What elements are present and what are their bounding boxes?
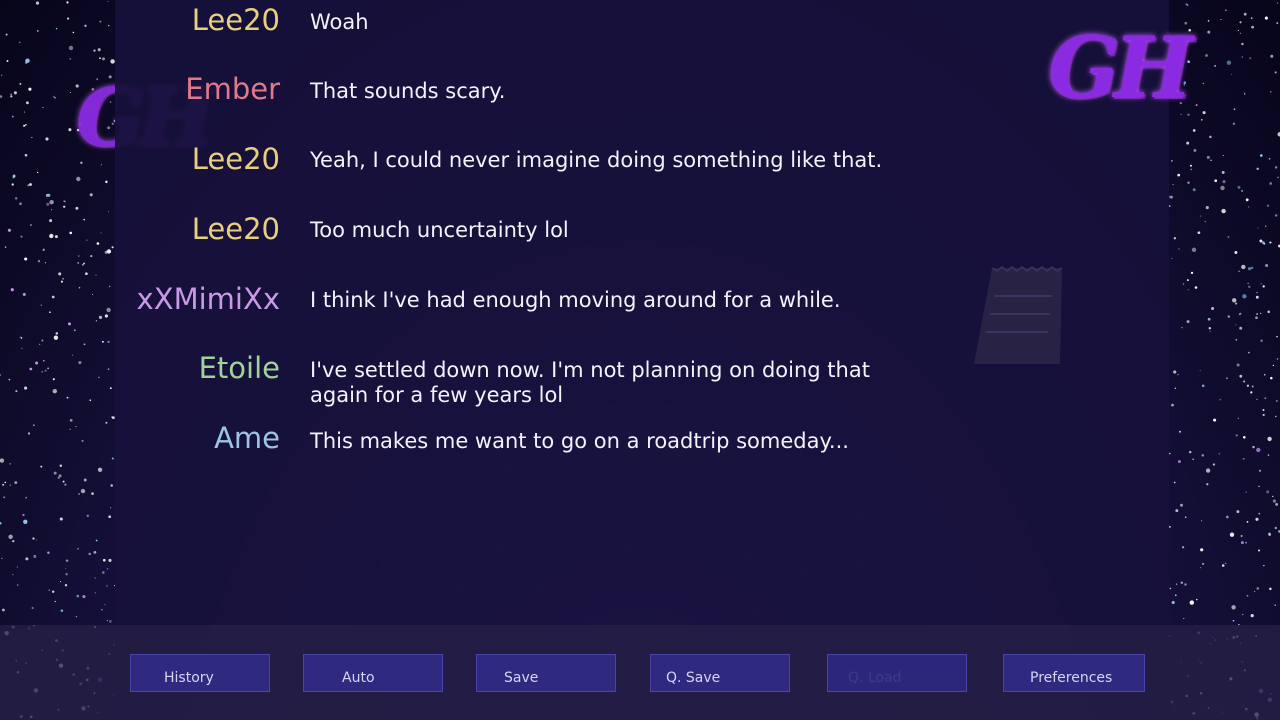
speaker-name: Ember	[185, 72, 280, 106]
message-text: Woah	[310, 10, 369, 34]
message-text: I think I've had enough moving around fo…	[310, 288, 841, 312]
speaker-name: Etoile	[198, 351, 280, 385]
message-text: Yeah, I could never imagine doing someth…	[310, 148, 883, 172]
speaker-name: Lee20	[191, 142, 280, 176]
speaker-name: Lee20	[191, 3, 280, 37]
chat-log: Lee20 Woah Ember That sounds scary. Lee2…	[0, 0, 1280, 620]
speaker-name: Ame	[214, 421, 280, 455]
star	[106, 619, 108, 622]
message-text: I've settled down now. I'm not planning …	[310, 358, 870, 407]
message-text: This makes me want to go on a roadtrip s…	[310, 429, 849, 453]
game-screen: GH GH Lee20 Woah Ember That sounds scary…	[0, 0, 1280, 720]
quick-load-button: Q. Load	[827, 654, 967, 692]
preferences-button[interactable]: Preferences	[1003, 654, 1145, 692]
quick-save-button[interactable]: Q. Save	[650, 654, 790, 692]
star	[109, 620, 112, 623]
save-button[interactable]: Save	[476, 654, 616, 692]
star	[1232, 619, 1235, 622]
speaker-name: Lee20	[191, 212, 280, 246]
auto-button[interactable]: Auto	[303, 654, 443, 692]
message-text: Too much uncertainty lol	[310, 218, 569, 242]
message-text: That sounds scary.	[310, 79, 506, 103]
history-button[interactable]: History	[130, 654, 270, 692]
speaker-name: xXMimiXx	[136, 282, 280, 316]
